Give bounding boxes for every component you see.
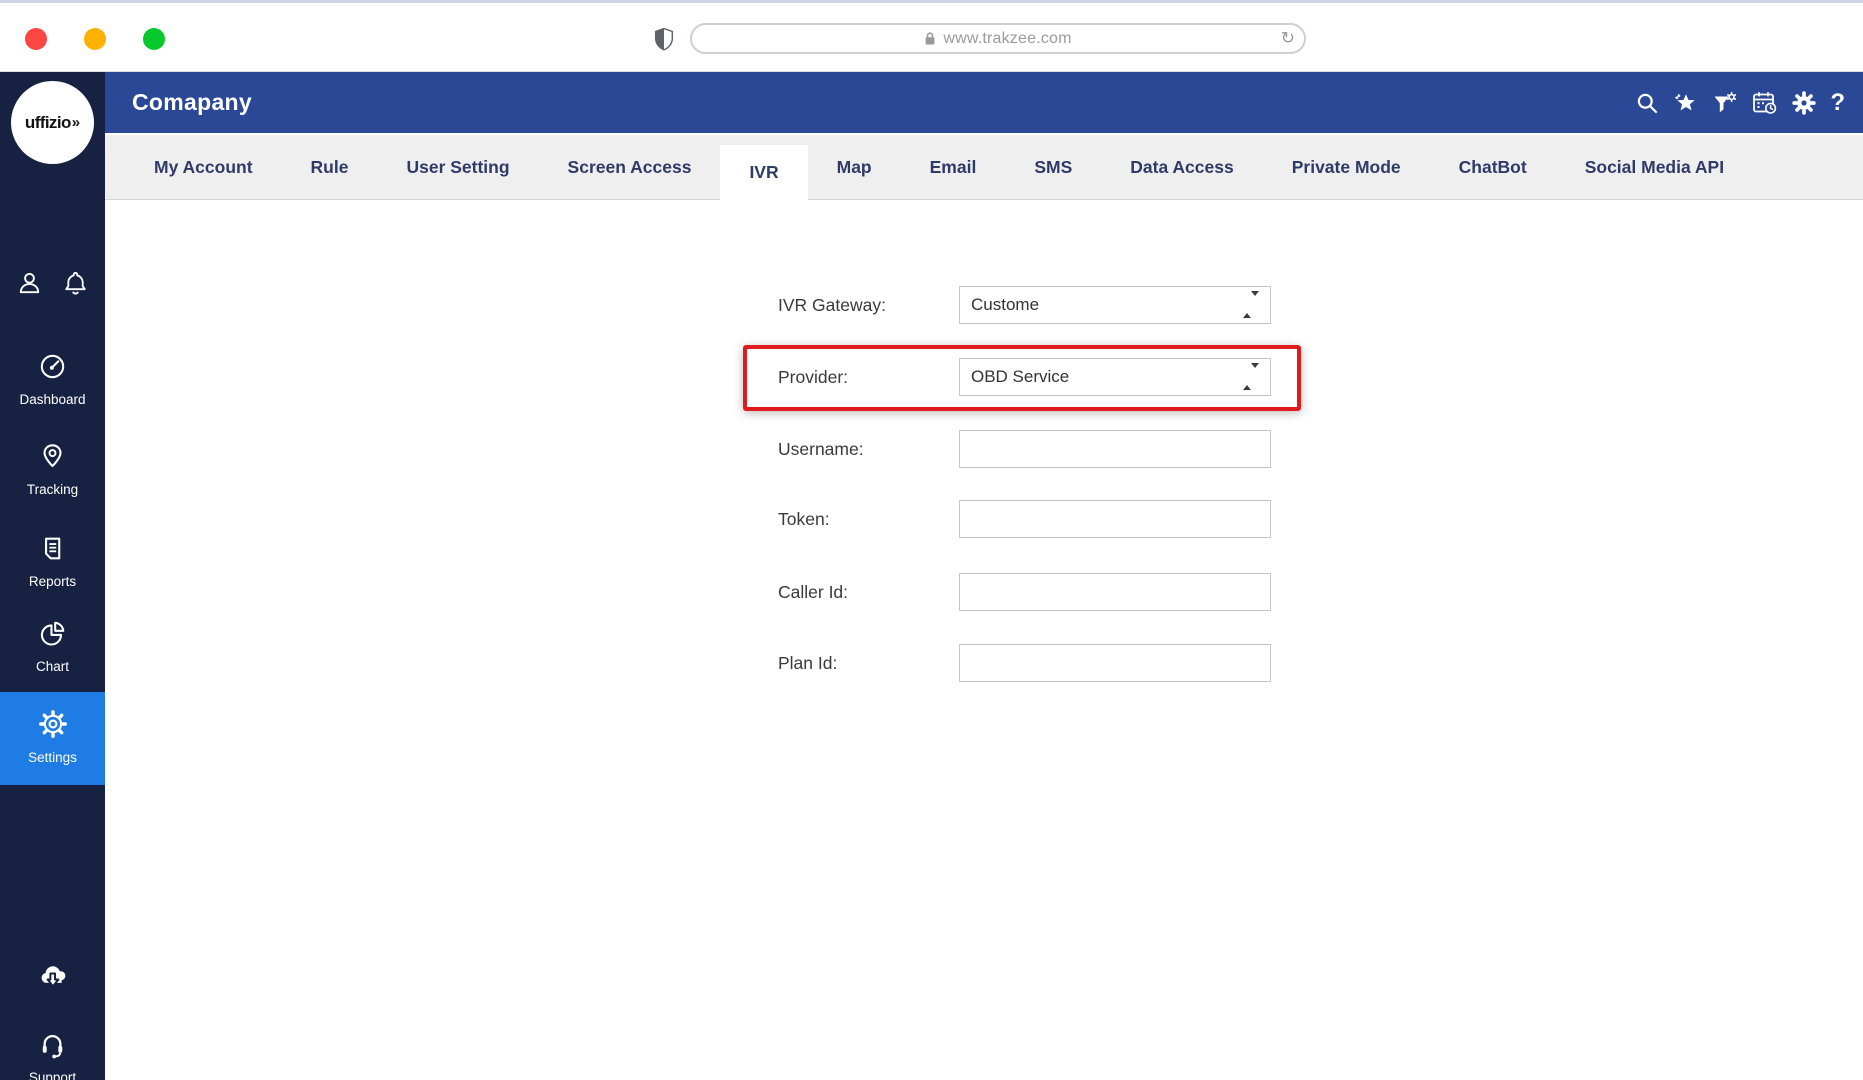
provider-select[interactable]: OBD Service	[959, 358, 1271, 396]
tab-screen-access[interactable]: Screen Access	[539, 135, 721, 200]
window-zoom-button[interactable]	[143, 28, 165, 50]
sidebar-item-reports[interactable]: Reports	[0, 534, 105, 589]
sidebar-item-label: Support	[28, 1070, 77, 1080]
speedometer-icon	[38, 354, 67, 385]
tab-ivr[interactable]: IVR	[720, 145, 808, 200]
tab-social-media-api[interactable]: Social Media API	[1556, 135, 1753, 200]
calendar-clock-icon[interactable]	[1751, 89, 1778, 116]
form-row-provider: Provider: OBD Service	[778, 358, 1271, 396]
sidebar-item-label: Dashboard	[19, 392, 86, 407]
sidebar-cloud-download[interactable]	[0, 962, 105, 995]
tab-email[interactable]: Email	[901, 135, 1006, 200]
sidebar: uffizio» Dashboard Tracking Reports Char…	[0, 72, 105, 1080]
sidebar-item-label: Chart	[35, 659, 69, 674]
form-row-username: Username:	[778, 430, 1271, 468]
form-row-ivr-gateway: IVR Gateway: Custome	[778, 286, 1271, 324]
gear-icon[interactable]	[1791, 90, 1817, 116]
filter-gear-icon[interactable]	[1711, 90, 1738, 116]
caller-id-field[interactable]	[959, 573, 1271, 611]
form-row-caller-id: Caller Id:	[778, 573, 1271, 611]
app-window: www.trakzee.com ↻ uffizio» Dashboard Tra…	[0, 0, 1863, 1080]
ivr-gateway-value: Custome	[971, 295, 1040, 314]
app-header: Comapany ?	[105, 72, 1863, 133]
select-stepper-icon	[1243, 291, 1259, 318]
tab-user-setting[interactable]: User Setting	[377, 135, 538, 200]
username-field[interactable]	[959, 430, 1271, 468]
form-row-plan-id: Plan Id:	[778, 644, 1271, 682]
sidebar-item-support[interactable]: Support	[0, 1030, 105, 1080]
report-doc-icon	[38, 537, 67, 567]
sidebar-item-label: Settings	[28, 750, 77, 765]
browser-toolbar: www.trakzee.com ↻	[0, 0, 1863, 72]
caller-id-label: Caller Id:	[778, 582, 849, 602]
gear-icon	[38, 710, 68, 743]
bell-icon[interactable]	[62, 269, 89, 296]
logo-arrow: »	[71, 114, 81, 131]
star-icon[interactable]	[1672, 91, 1698, 115]
sidebar-item-chart[interactable]: Chart	[0, 619, 105, 674]
address-bar[interactable]: www.trakzee.com ↻	[690, 23, 1306, 54]
plan-id-label: Plan Id:	[778, 653, 838, 673]
lock-icon	[924, 31, 936, 46]
sidebar-item-label: Tracking	[26, 482, 79, 497]
token-label: Token:	[778, 509, 830, 529]
plan-id-field[interactable]	[959, 644, 1271, 682]
headset-icon	[38, 1035, 67, 1063]
logo-text: uffizio	[24, 112, 71, 132]
tab-sms[interactable]: SMS	[1005, 135, 1101, 200]
form-row-token: Token:	[778, 500, 1271, 538]
sidebar-item-tracking[interactable]: Tracking	[0, 442, 105, 497]
search-icon[interactable]	[1635, 91, 1659, 115]
user-icon[interactable]	[16, 269, 43, 296]
help-icon[interactable]: ?	[1830, 89, 1845, 117]
uffizio-logo[interactable]: uffizio»	[11, 81, 94, 164]
tab-private-mode[interactable]: Private Mode	[1263, 135, 1430, 200]
ivr-gateway-select[interactable]: Custome	[959, 286, 1271, 324]
sidebar-item-dashboard[interactable]: Dashboard	[0, 352, 105, 407]
shield-icon[interactable]	[653, 27, 675, 57]
tab-my-account[interactable]: My Account	[125, 135, 282, 200]
token-field[interactable]	[959, 500, 1271, 538]
pie-chart-icon	[38, 621, 67, 652]
ivr-settings-panel	[105, 200, 1863, 1080]
window-close-button[interactable]	[25, 28, 47, 50]
settings-tabbar: My Account Rule User Setting Screen Acce…	[105, 135, 1863, 200]
tab-chatbot[interactable]: ChatBot	[1430, 135, 1556, 200]
page-title: Comapany	[132, 89, 252, 115]
map-pin-icon	[38, 444, 67, 475]
sidebar-item-label: Reports	[28, 574, 77, 589]
provider-label: Provider:	[778, 367, 849, 387]
tab-data-access[interactable]: Data Access	[1101, 135, 1262, 200]
reload-icon[interactable]: ↻	[1281, 28, 1295, 48]
username-label: Username:	[778, 439, 864, 459]
window-minimize-button[interactable]	[84, 28, 106, 50]
tab-map[interactable]: Map	[808, 135, 901, 200]
ivr-gateway-label: IVR Gateway:	[778, 295, 886, 315]
select-stepper-icon	[1243, 363, 1259, 390]
provider-value: OBD Service	[971, 367, 1070, 386]
tab-rule[interactable]: Rule	[282, 135, 378, 200]
url-text: www.trakzee.com	[943, 29, 1072, 47]
cloud-download-icon	[37, 966, 69, 994]
sidebar-item-settings[interactable]: Settings	[0, 692, 105, 785]
